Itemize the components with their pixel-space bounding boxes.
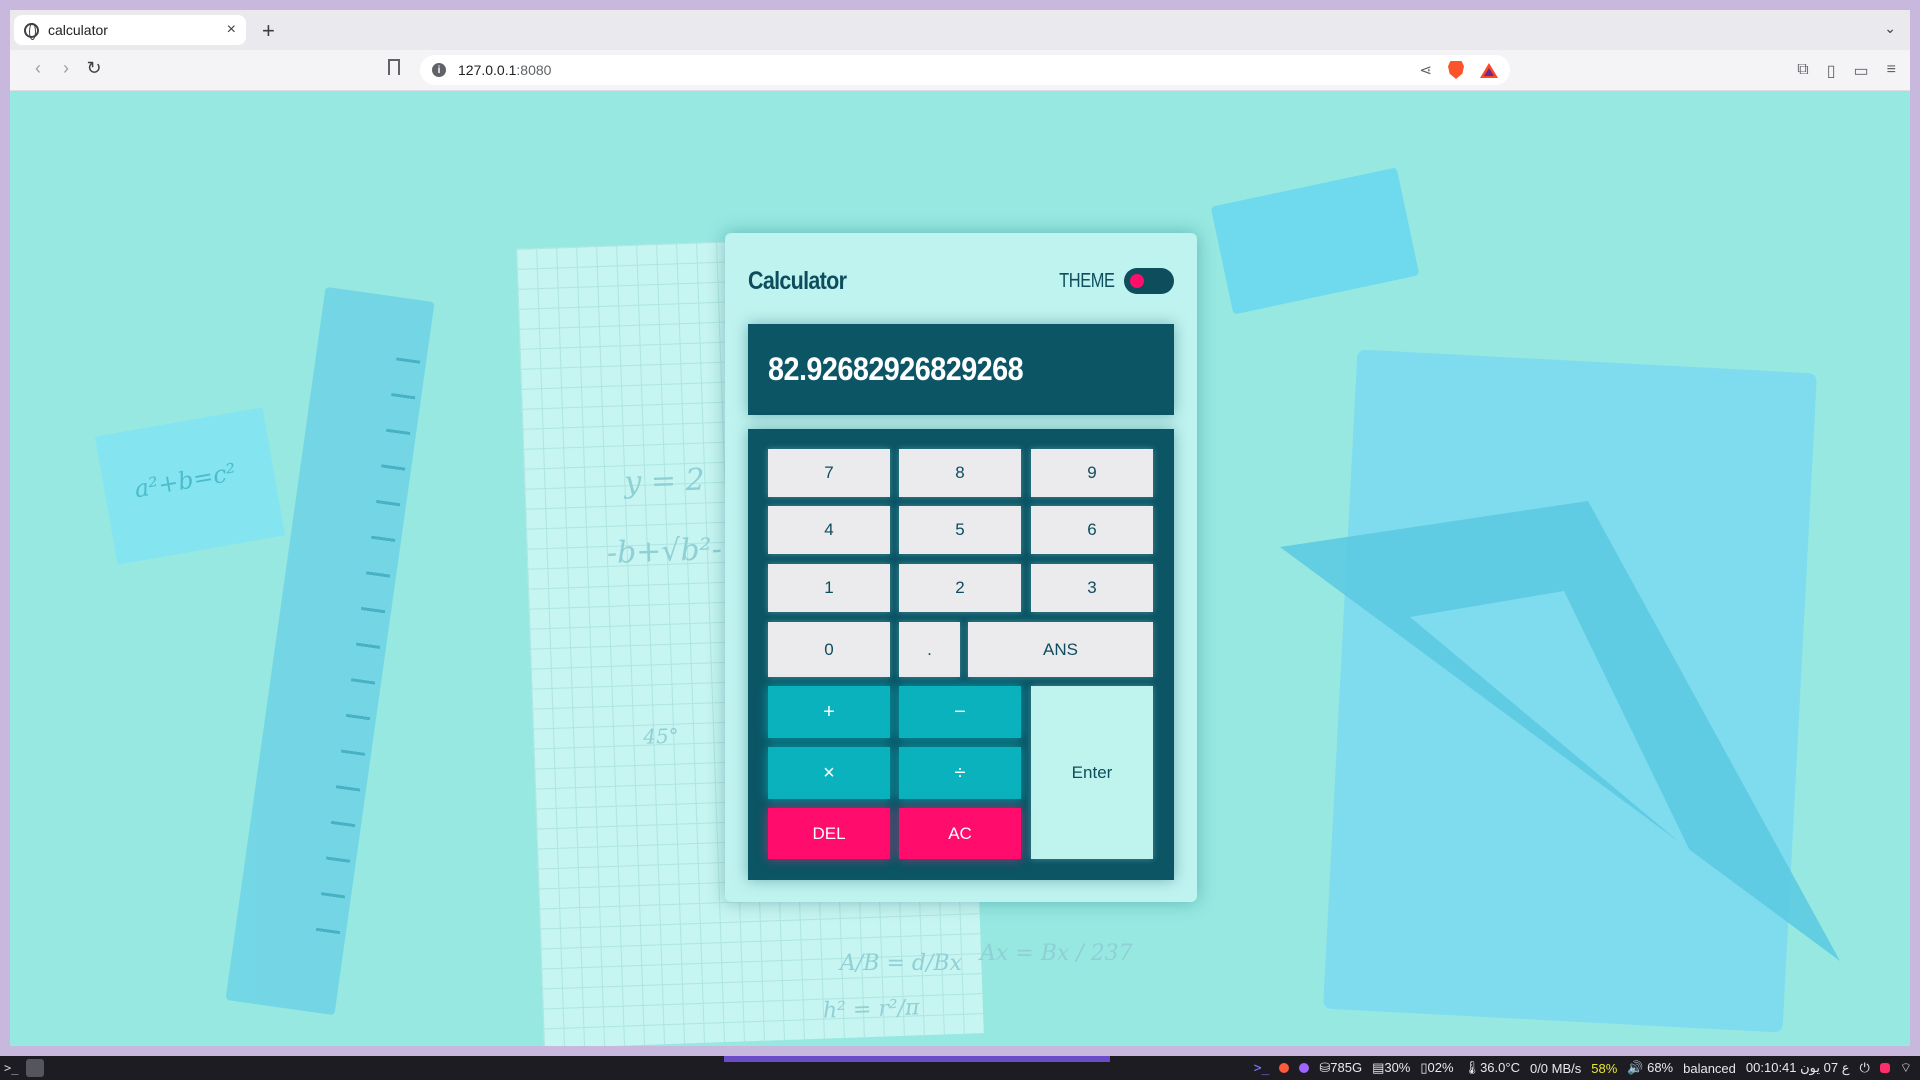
keypad: 7 8 9 4 5 6 1 2 3 0 . ANS + − Enter × ÷ … bbox=[748, 429, 1174, 880]
power-mode[interactable]: balanced bbox=[1683, 1061, 1736, 1076]
key-6[interactable]: 6 bbox=[1031, 506, 1153, 554]
math-note: A/B = d/Bx bbox=[840, 951, 962, 976]
volume-level[interactable]: 🔊 68% bbox=[1627, 1060, 1673, 1076]
ruler-illustration bbox=[225, 286, 435, 1016]
extensions-icon[interactable]: ⧉ bbox=[1797, 61, 1808, 81]
key-8[interactable]: 8 bbox=[899, 449, 1021, 497]
battery-level: 58% bbox=[1591, 1060, 1618, 1076]
theme-control: THEME bbox=[1047, 268, 1174, 294]
key-decimal[interactable]: . bbox=[899, 622, 960, 677]
address-bar[interactable]: i 127.0.0.1 :8080 ⋖ bbox=[420, 55, 1510, 85]
math-note: y = 2 bbox=[623, 462, 706, 501]
reload-icon[interactable]: ↻ bbox=[82, 58, 106, 79]
math-note: 45° bbox=[642, 723, 680, 749]
key-0[interactable]: 0 bbox=[768, 622, 890, 677]
calculator-panel: Calculator THEME 82.92682926829268 7 8 9… bbox=[725, 233, 1197, 902]
key-2[interactable]: 2 bbox=[899, 564, 1021, 612]
power-icon[interactable]: ⏻ bbox=[1859, 1060, 1869, 1076]
delete-button[interactable]: DEL bbox=[768, 808, 890, 859]
display-value: 82.92682926829268 bbox=[768, 351, 1024, 387]
prompt-icon: >_ bbox=[1253, 1060, 1270, 1076]
tab-bar: calculator × + ⌄ bbox=[10, 10, 1910, 50]
brave-tray-icon[interactable] bbox=[1279, 1063, 1290, 1073]
wifi-icon[interactable]: ⌔ bbox=[1900, 1060, 1912, 1076]
swap-usage: ▯02% bbox=[1420, 1060, 1454, 1075]
disk-usage: ⛁785G bbox=[1319, 1060, 1363, 1075]
tab-list-chevron-icon[interactable]: ⌄ bbox=[1884, 20, 1896, 37]
key-enter[interactable]: Enter bbox=[1031, 686, 1153, 859]
theme-label: THEME bbox=[1058, 269, 1115, 292]
taskbar: >_ >_ ⛁785G ▤30% ▯02% 🌡36.0°C 0/0 MB/s 5… bbox=[0, 1056, 1920, 1080]
key-plus[interactable]: + bbox=[768, 686, 890, 738]
browser-toolbar: ‹ › ↻ i 127.0.0.1 :8080 ⋖ ⧉ ▯ ▭ ≡ bbox=[10, 50, 1910, 91]
folder-tray-icon[interactable] bbox=[1299, 1063, 1310, 1073]
network-speed: 0/0 MB/s bbox=[1529, 1060, 1582, 1076]
sidebar-icon[interactable]: ▯ bbox=[1827, 61, 1836, 81]
app-tray-icon[interactable] bbox=[1879, 1063, 1890, 1073]
terminal-icon[interactable]: >_ bbox=[4, 1061, 18, 1075]
math-note: h² = r²/π bbox=[822, 995, 920, 1024]
calculator-header: Calculator THEME bbox=[748, 263, 1174, 299]
close-tab-button[interactable]: × bbox=[227, 21, 236, 39]
clock: 00:10:41 ع 07 يون bbox=[1745, 1060, 1850, 1075]
menu-icon[interactable]: ≡ bbox=[1887, 61, 1896, 81]
key-1[interactable]: 1 bbox=[768, 564, 890, 612]
new-tab-button[interactable]: + bbox=[262, 18, 275, 44]
eraser-illustration bbox=[1210, 167, 1420, 315]
back-arrow-icon[interactable]: ‹ bbox=[26, 58, 50, 79]
key-divide[interactable]: ÷ bbox=[899, 747, 1021, 799]
url-host: 127.0.0.1 bbox=[458, 62, 517, 78]
key-5[interactable]: 5 bbox=[899, 506, 1021, 554]
sticky-note-illustration: a²+b=c² bbox=[95, 407, 285, 565]
calculator-display: 82.92682926829268 bbox=[748, 324, 1174, 415]
key-3[interactable]: 3 bbox=[1031, 564, 1153, 612]
toggle-knob bbox=[1130, 274, 1144, 288]
sticky-note-text: a²+b=c² bbox=[132, 458, 239, 504]
brave-rewards-icon[interactable] bbox=[1480, 62, 1498, 78]
site-info-icon[interactable]: i bbox=[432, 63, 446, 77]
brave-shields-icon[interactable] bbox=[1448, 61, 1464, 79]
key-7[interactable]: 7 bbox=[768, 449, 890, 497]
theme-toggle[interactable] bbox=[1124, 268, 1174, 294]
ram-usage: ▤30% bbox=[1372, 1060, 1411, 1075]
key-4[interactable]: 4 bbox=[768, 506, 890, 554]
window-preview-strip bbox=[724, 1056, 1110, 1062]
wallet-icon[interactable]: ▭ bbox=[1854, 61, 1869, 81]
math-note: Ax = Bx / 237 bbox=[980, 941, 1133, 966]
globe-icon bbox=[24, 22, 39, 40]
key-minus[interactable]: − bbox=[899, 686, 1021, 738]
key-multiply[interactable]: × bbox=[768, 747, 890, 799]
cpu-temperature: 🌡36.0°C bbox=[1463, 1060, 1520, 1075]
tab-title: calculator bbox=[48, 22, 108, 38]
share-icon[interactable]: ⋖ bbox=[1419, 61, 1432, 79]
bookmark-icon[interactable] bbox=[388, 59, 400, 75]
url-port: :8080 bbox=[516, 62, 552, 78]
calculator-title: Calculator bbox=[748, 266, 847, 295]
tab-calculator[interactable]: calculator × bbox=[14, 15, 246, 45]
key-9[interactable]: 9 bbox=[1031, 449, 1153, 497]
all-clear-button[interactable]: AC bbox=[899, 808, 1021, 859]
key-ans[interactable]: ANS bbox=[968, 622, 1153, 677]
toolbar-icons: ⧉ ▯ ▭ ≡ bbox=[1797, 61, 1896, 81]
forward-arrow-icon[interactable]: › bbox=[54, 58, 78, 79]
math-note: -b+√b²- bbox=[606, 531, 723, 571]
app-icon[interactable] bbox=[26, 1059, 45, 1077]
